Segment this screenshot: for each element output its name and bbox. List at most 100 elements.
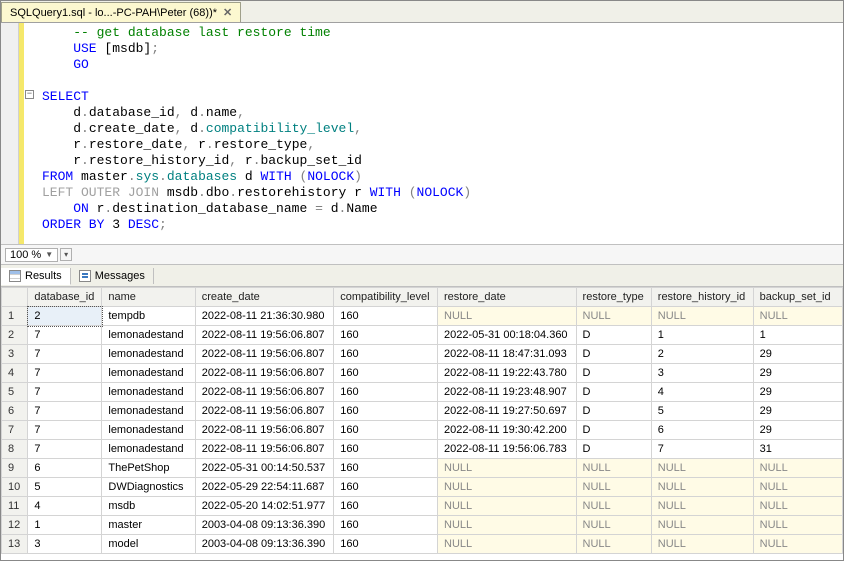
tab-results[interactable]: Results bbox=[1, 268, 71, 285]
row-number[interactable]: 10 bbox=[2, 478, 28, 497]
cell-backup_set_id[interactable]: NULL bbox=[753, 307, 842, 326]
table-row[interactable]: 105DWDiagnostics2022-05-29 22:54:11.6871… bbox=[2, 478, 843, 497]
cell-restore_type[interactable]: NULL bbox=[576, 535, 651, 554]
cell-database_id[interactable]: 7 bbox=[28, 421, 102, 440]
cell-compatibility_level[interactable]: 160 bbox=[334, 345, 438, 364]
col-database-id[interactable]: database_id bbox=[28, 288, 102, 307]
cell-create_date[interactable]: 2022-08-11 19:56:06.807 bbox=[195, 364, 334, 383]
cell-restore_type[interactable]: D bbox=[576, 440, 651, 459]
cell-restore_type[interactable]: D bbox=[576, 364, 651, 383]
cell-restore_type[interactable]: D bbox=[576, 402, 651, 421]
cell-restore_date[interactable]: NULL bbox=[438, 535, 577, 554]
table-row[interactable]: 37lemonadestand2022-08-11 19:56:06.80716… bbox=[2, 345, 843, 364]
row-number[interactable]: 4 bbox=[2, 364, 28, 383]
cell-name[interactable]: lemonadestand bbox=[102, 383, 195, 402]
cell-restore_history_id[interactable]: 7 bbox=[651, 440, 753, 459]
cell-database_id[interactable]: 7 bbox=[28, 326, 102, 345]
zoom-dropdown[interactable]: 100 % ▼ bbox=[5, 248, 58, 262]
cell-compatibility_level[interactable]: 160 bbox=[334, 516, 438, 535]
cell-name[interactable]: master bbox=[102, 516, 195, 535]
cell-backup_set_id[interactable]: 1 bbox=[753, 326, 842, 345]
table-row[interactable]: 133model2003-04-08 09:13:36.390160NULLNU… bbox=[2, 535, 843, 554]
cell-create_date[interactable]: 2022-08-11 19:56:06.807 bbox=[195, 326, 334, 345]
cell-database_id[interactable]: 7 bbox=[28, 402, 102, 421]
row-number[interactable]: 3 bbox=[2, 345, 28, 364]
cell-name[interactable]: msdb bbox=[102, 497, 195, 516]
cell-compatibility_level[interactable]: 160 bbox=[334, 535, 438, 554]
table-row[interactable]: 47lemonadestand2022-08-11 19:56:06.80716… bbox=[2, 364, 843, 383]
cell-backup_set_id[interactable]: 29 bbox=[753, 364, 842, 383]
cell-name[interactable]: tempdb bbox=[102, 307, 195, 326]
cell-compatibility_level[interactable]: 160 bbox=[334, 383, 438, 402]
cell-restore_history_id[interactable]: NULL bbox=[651, 535, 753, 554]
cell-database_id[interactable]: 2 bbox=[28, 307, 102, 326]
cell-restore_date[interactable]: 2022-08-11 19:27:50.697 bbox=[438, 402, 577, 421]
cell-compatibility_level[interactable]: 160 bbox=[334, 497, 438, 516]
table-row[interactable]: 57lemonadestand2022-08-11 19:56:06.80716… bbox=[2, 383, 843, 402]
table-row[interactable]: 12tempdb2022-08-11 21:36:30.980160NULLNU… bbox=[2, 307, 843, 326]
cell-backup_set_id[interactable]: 29 bbox=[753, 402, 842, 421]
cell-restore_date[interactable]: NULL bbox=[438, 516, 577, 535]
table-row[interactable]: 87lemonadestand2022-08-11 19:56:06.80716… bbox=[2, 440, 843, 459]
cell-create_date[interactable]: 2022-08-11 19:56:06.807 bbox=[195, 440, 334, 459]
cell-create_date[interactable]: 2022-05-20 14:02:51.977 bbox=[195, 497, 334, 516]
row-number[interactable]: 7 bbox=[2, 421, 28, 440]
cell-restore_type[interactable]: D bbox=[576, 383, 651, 402]
row-number[interactable]: 8 bbox=[2, 440, 28, 459]
cell-compatibility_level[interactable]: 160 bbox=[334, 402, 438, 421]
cell-restore_history_id[interactable]: NULL bbox=[651, 478, 753, 497]
cell-name[interactable]: lemonadestand bbox=[102, 421, 195, 440]
col-backup-set-id[interactable]: backup_set_id bbox=[753, 288, 842, 307]
cell-compatibility_level[interactable]: 160 bbox=[334, 326, 438, 345]
results-grid[interactable]: database_id name create_date compatibili… bbox=[1, 287, 843, 554]
sql-editor[interactable]: − -- get database last restore time USE … bbox=[1, 23, 843, 245]
cell-create_date[interactable]: 2022-08-11 19:56:06.807 bbox=[195, 383, 334, 402]
cell-compatibility_level[interactable]: 160 bbox=[334, 440, 438, 459]
col-restore-history-id[interactable]: restore_history_id bbox=[651, 288, 753, 307]
cell-backup_set_id[interactable]: NULL bbox=[753, 478, 842, 497]
cell-backup_set_id[interactable]: NULL bbox=[753, 516, 842, 535]
row-number[interactable]: 11 bbox=[2, 497, 28, 516]
table-row[interactable]: 96ThePetShop2022-05-31 00:14:50.537160NU… bbox=[2, 459, 843, 478]
col-restore-date[interactable]: restore_date bbox=[438, 288, 577, 307]
cell-compatibility_level[interactable]: 160 bbox=[334, 421, 438, 440]
cell-database_id[interactable]: 7 bbox=[28, 345, 102, 364]
table-row[interactable]: 77lemonadestand2022-08-11 19:56:06.80716… bbox=[2, 421, 843, 440]
results-grid-wrap[interactable]: database_id name create_date compatibili… bbox=[1, 287, 843, 560]
table-row[interactable]: 121master2003-04-08 09:13:36.390160NULLN… bbox=[2, 516, 843, 535]
cell-restore_date[interactable]: 2022-08-11 19:56:06.783 bbox=[438, 440, 577, 459]
cell-restore_date[interactable]: NULL bbox=[438, 459, 577, 478]
row-number[interactable]: 5 bbox=[2, 383, 28, 402]
cell-restore_date[interactable]: 2022-08-11 19:23:48.907 bbox=[438, 383, 577, 402]
cell-database_id[interactable]: 6 bbox=[28, 459, 102, 478]
cell-restore_history_id[interactable]: NULL bbox=[651, 497, 753, 516]
cell-restore_type[interactable]: NULL bbox=[576, 497, 651, 516]
cell-name[interactable]: lemonadestand bbox=[102, 440, 195, 459]
cell-compatibility_level[interactable]: 160 bbox=[334, 478, 438, 497]
cell-compatibility_level[interactable]: 160 bbox=[334, 459, 438, 478]
cell-database_id[interactable]: 7 bbox=[28, 440, 102, 459]
close-icon[interactable]: ✕ bbox=[223, 6, 232, 19]
col-restore-type[interactable]: restore_type bbox=[576, 288, 651, 307]
cell-restore_date[interactable]: NULL bbox=[438, 478, 577, 497]
cell-restore_date[interactable]: 2022-08-11 18:47:31.093 bbox=[438, 345, 577, 364]
code-area[interactable]: -- get database last restore time USE [m… bbox=[38, 23, 475, 244]
cell-compatibility_level[interactable]: 160 bbox=[334, 307, 438, 326]
col-create-date[interactable]: create_date bbox=[195, 288, 334, 307]
cell-backup_set_id[interactable]: 29 bbox=[753, 345, 842, 364]
table-row[interactable]: 27lemonadestand2022-08-11 19:56:06.80716… bbox=[2, 326, 843, 345]
cell-restore_type[interactable]: D bbox=[576, 326, 651, 345]
row-number[interactable]: 9 bbox=[2, 459, 28, 478]
cell-name[interactable]: model bbox=[102, 535, 195, 554]
cell-restore_history_id[interactable]: NULL bbox=[651, 307, 753, 326]
cell-create_date[interactable]: 2003-04-08 09:13:36.390 bbox=[195, 535, 334, 554]
col-name[interactable]: name bbox=[102, 288, 195, 307]
cell-create_date[interactable]: 2003-04-08 09:13:36.390 bbox=[195, 516, 334, 535]
tab-messages[interactable]: Messages bbox=[71, 268, 154, 284]
cell-create_date[interactable]: 2022-08-11 19:56:06.807 bbox=[195, 421, 334, 440]
cell-create_date[interactable]: 2022-08-11 21:36:30.980 bbox=[195, 307, 334, 326]
col-compatibility[interactable]: compatibility_level bbox=[334, 288, 438, 307]
cell-name[interactable]: lemonadestand bbox=[102, 402, 195, 421]
row-number[interactable]: 12 bbox=[2, 516, 28, 535]
cell-restore_history_id[interactable]: 6 bbox=[651, 421, 753, 440]
